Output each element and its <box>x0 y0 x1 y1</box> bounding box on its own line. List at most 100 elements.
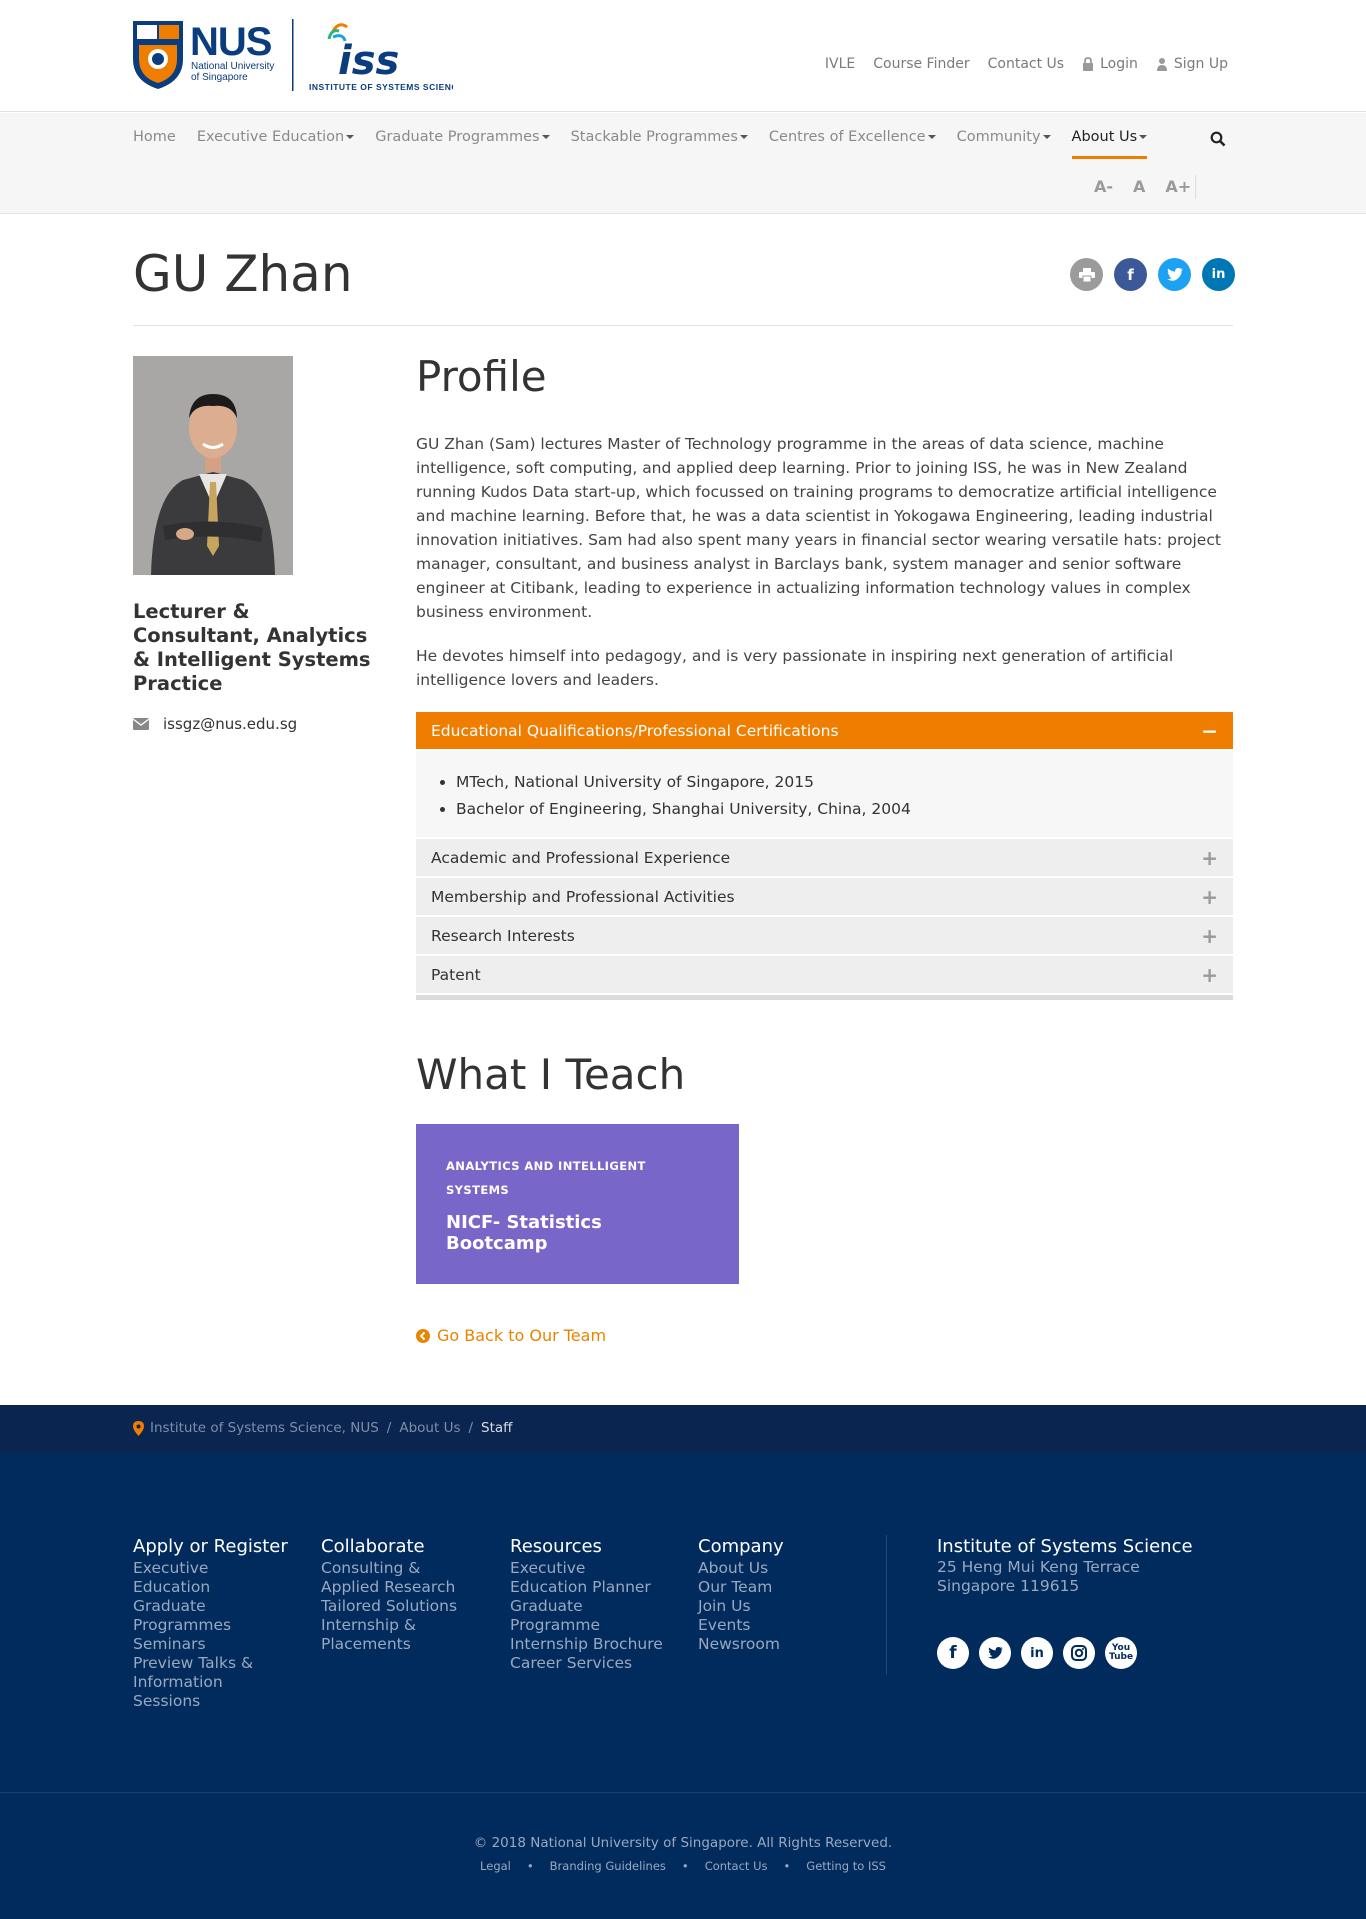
font-increase-button[interactable]: A+ <box>1165 177 1191 196</box>
breadcrumb-iss[interactable]: Institute of Systems Science, NUS <box>150 1420 379 1436</box>
legal-links: Legal • Branding Guidelines • Contact Us • Get… <box>0 1859 1366 1873</box>
list-item: MTech, National University of Singapore,… <box>456 769 1218 796</box>
footer-link[interactable]: Information <box>133 1673 288 1692</box>
font-decrease-button[interactable]: A- <box>1094 177 1113 196</box>
footer-link[interactable]: Preview Talks & <box>133 1654 288 1673</box>
footer-link[interactable]: Graduate <box>510 1597 663 1616</box>
footer-link[interactable]: Career Services <box>510 1654 663 1673</box>
linkedin-icon[interactable]: in <box>1202 258 1235 291</box>
footer-link[interactable]: Executive <box>510 1559 663 1578</box>
ivle-link[interactable]: IVLE <box>825 56 855 72</box>
footer-link[interactable]: Graduate <box>133 1597 288 1616</box>
accordion-header-experience[interactable]: Academic and Professional Experience + <box>416 839 1233 878</box>
footer-link[interactable]: Tailored Solutions <box>321 1597 457 1616</box>
footer-link[interactable]: Seminars <box>133 1635 288 1654</box>
footer-col-apply: Apply or Register Executive Education Gr… <box>133 1536 288 1711</box>
twitter-icon[interactable] <box>979 1637 1011 1669</box>
course-finder-link[interactable]: Course Finder <box>873 56 969 72</box>
footer-link[interactable]: Placements <box>321 1635 457 1654</box>
facebook-icon[interactable]: f <box>1114 258 1147 291</box>
footer-link[interactable]: Programmes <box>133 1616 288 1635</box>
main-nav: Home Executive Education Graduate Progra… <box>0 113 1366 214</box>
footer-link[interactable]: Education <box>133 1578 288 1597</box>
footer-link[interactable]: Newsroom <box>698 1635 784 1654</box>
twitter-icon[interactable] <box>1158 258 1191 291</box>
course-card[interactable]: ANALYTICS AND INTELLIGENT SYSTEMS NICF- … <box>416 1124 739 1284</box>
footer-link[interactable]: Programme <box>510 1616 663 1635</box>
email-link[interactable]: issgz@nus.edu.sg <box>163 715 297 733</box>
nav-executive-education[interactable]: Executive Education <box>197 129 355 159</box>
svg-text:INSTITUTE OF SYSTEMS SCIENCE: INSTITUTE OF SYSTEMS SCIENCE <box>309 82 453 92</box>
accordion-header-membership[interactable]: Membership and Professional Activities + <box>416 878 1233 917</box>
plus-icon: + <box>1201 845 1218 870</box>
font-normal-button[interactable]: A <box>1133 177 1145 196</box>
svg-text:National University: National University <box>191 61 274 72</box>
login-link[interactable]: Login <box>1082 56 1138 72</box>
getting-to-iss-link[interactable]: Getting to ISS <box>806 1859 886 1873</box>
plus-icon: + <box>1201 923 1218 948</box>
breadcrumb: Institute of Systems Science, NUS / Abou… <box>0 1405 1366 1453</box>
nus-iss-logo[interactable]: NUS National University of Singapore iss… <box>133 19 464 94</box>
contact-us-link[interactable]: Contact Us <box>988 56 1064 72</box>
youtube-icon[interactable]: You Tube <box>1105 1637 1137 1669</box>
footer-col-title: Collaborate <box>321 1536 425 1557</box>
nav-home[interactable]: Home <box>133 129 176 159</box>
top-links: IVLE Course Finder Contact Us Login Sign… <box>825 56 1228 72</box>
footer-link[interactable]: About Us <box>698 1559 784 1578</box>
divider <box>0 1792 1366 1793</box>
accordion-header-research[interactable]: Research Interests + <box>416 917 1233 956</box>
footer-link[interactable]: Internship & <box>321 1616 457 1635</box>
email-row: issgz@nus.edu.sg <box>133 715 297 733</box>
legal-link[interactable]: Legal <box>480 1859 511 1873</box>
caret-down-icon <box>927 135 936 139</box>
breadcrumb-separator: / <box>468 1420 474 1436</box>
footer-col-resources: Resources Executive Education Planner Gr… <box>510 1536 663 1673</box>
footer-link[interactable]: Our Team <box>698 1578 784 1597</box>
footer-link[interactable]: Events <box>698 1616 784 1635</box>
svg-text:NUS: NUS <box>190 20 272 64</box>
nav-stackable-programmes[interactable]: Stackable Programmes <box>571 129 748 159</box>
linkedin-icon[interactable]: in <box>1021 1637 1053 1669</box>
print-icon[interactable] <box>1070 258 1103 291</box>
nav-community[interactable]: Community <box>957 129 1051 159</box>
profile-bio: GU Zhan (Sam) lectures Master of Technol… <box>416 432 1233 692</box>
divider <box>133 325 1233 326</box>
minus-icon: − <box>1201 718 1218 743</box>
list-item: Bachelor of Engineering, Shanghai Univer… <box>456 796 1218 823</box>
footer-link[interactable]: Executive <box>133 1559 288 1578</box>
footer-link[interactable]: Internship Brochure <box>510 1635 663 1654</box>
go-back-link[interactable]: Go Back to Our Team <box>416 1326 1233 1345</box>
contact-us-footer-link[interactable]: Contact Us <box>705 1859 768 1873</box>
profile-photo <box>133 356 293 575</box>
page-title: GU Zhan <box>133 245 353 303</box>
accordion-header-patent[interactable]: Patent + <box>416 956 1233 995</box>
branding-guidelines-link[interactable]: Branding Guidelines <box>550 1859 666 1873</box>
search-icon[interactable] <box>1210 131 1226 151</box>
svg-text:of Singapore: of Singapore <box>191 72 248 83</box>
footer-link[interactable]: Education Planner <box>510 1578 663 1597</box>
lock-icon <box>1083 57 1094 71</box>
staff-role: Lecturer & Consultant, Analytics & Intel… <box>133 600 371 695</box>
footer-link[interactable]: Join Us <box>698 1597 784 1616</box>
plus-icon: + <box>1201 962 1218 987</box>
accordion-body-qualifications: MTech, National University of Singapore,… <box>416 751 1233 839</box>
instagram-icon[interactable] <box>1063 1637 1095 1669</box>
share-bar: f in <box>1070 258 1235 291</box>
breadcrumb-about-us[interactable]: About Us <box>399 1420 460 1436</box>
facebook-icon[interactable]: f <box>937 1637 969 1669</box>
footer-link[interactable]: Applied Research <box>321 1578 457 1597</box>
footer-col-company: Company About Us Our Team Join Us Events… <box>698 1536 784 1654</box>
footer-link[interactable]: Consulting & <box>321 1559 457 1578</box>
divider <box>886 1535 887 1675</box>
site-header: NUS National University of Singapore iss… <box>0 0 1366 112</box>
nav-graduate-programmes[interactable]: Graduate Programmes <box>375 129 550 159</box>
signup-link[interactable]: Sign Up <box>1156 56 1228 72</box>
bio-paragraph: He devotes himself into pedagogy, and is… <box>416 647 1174 689</box>
nav-centres-of-excellence[interactable]: Centres of Excellence <box>769 129 936 159</box>
font-size-controls: A- A A+ <box>1094 177 1191 196</box>
nav-about-us[interactable]: About Us <box>1071 129 1148 159</box>
accordion-header-qualifications[interactable]: Educational Qualifications/Professional … <box>416 712 1233 751</box>
teach-heading: What I Teach <box>416 1050 686 1099</box>
footer-link[interactable]: Sessions <box>133 1692 288 1711</box>
envelope-icon <box>133 718 149 730</box>
